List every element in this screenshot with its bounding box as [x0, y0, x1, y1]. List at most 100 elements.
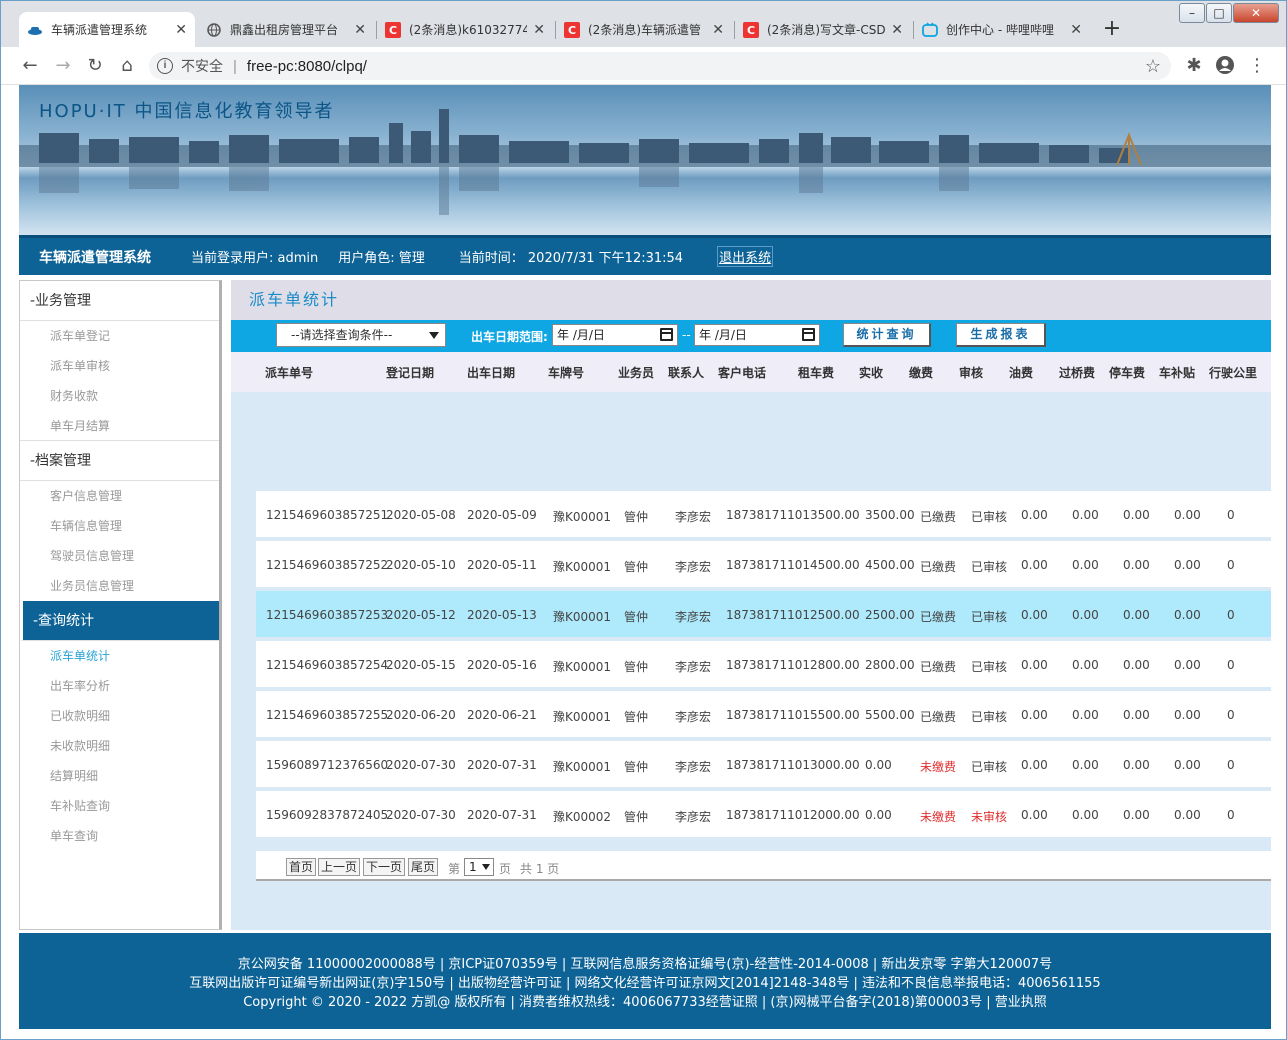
table-cell: 0 [1227, 608, 1235, 622]
maximize-button[interactable]: □ [1206, 3, 1232, 23]
table-cell: 0.00 [1174, 608, 1201, 622]
page-total: 共 1 页 [520, 862, 560, 876]
sidebar-item-dispatch-review[interactable]: 派车单审核 [20, 351, 219, 381]
table-cell: 0.00 [865, 808, 892, 822]
address-bar[interactable]: i 不安全 | free-pc:8080/clpq/ ☆ [149, 52, 1171, 80]
table-cell: 18738171101 [726, 558, 810, 572]
extensions-icon[interactable]: ✱ [1183, 55, 1205, 77]
table-row[interactable]: 1215469603857254 2020-05-15 2020-05-16 豫K00… [256, 641, 1271, 687]
calendar-icon[interactable] [660, 328, 673, 341]
close-icon[interactable]: ✕ [533, 22, 545, 38]
sidebar-item-driver-info[interactable]: 驾驶员信息管理 [20, 541, 219, 571]
pagination: 首页 上一页 下一页 尾页 第 1 页 共 1 页 [256, 851, 1271, 881]
tab-rental-platform[interactable]: 鼎鑫出租房管理平台 ✕ [198, 12, 374, 47]
table-row[interactable]: 1215469603857251 2020-05-08 2020-05-09 豫K00… [256, 491, 1271, 537]
page-suffix: 页 [499, 862, 512, 876]
close-icon[interactable]: ✕ [175, 22, 187, 38]
close-icon[interactable]: ✕ [891, 22, 903, 38]
tab-csdn-3[interactable]: C (2条消息)写文章-CSD ✕ [735, 12, 911, 47]
close-icon[interactable]: ✕ [354, 22, 366, 38]
generate-report-button[interactable]: 生成报表 [956, 323, 1046, 347]
minimize-button[interactable]: – [1179, 3, 1205, 23]
column-header: 登记日期 [386, 366, 435, 380]
table-cell: 0.00 [1021, 808, 1048, 822]
sidebar-item-dispatch-register[interactable]: 派车单登记 [20, 321, 219, 351]
profile-avatar-icon[interactable] [1214, 55, 1236, 77]
query-condition-select[interactable]: --请选择查询条件-- [276, 323, 446, 347]
csdn-icon: C [564, 21, 580, 38]
sidebar-item-dispatch-rate[interactable]: 出车率分析 [20, 671, 219, 701]
page-select[interactable]: 1 [464, 858, 494, 876]
sidebar-item-vehicle-info[interactable]: 车辆信息管理 [20, 511, 219, 541]
tab-bilibili[interactable]: 创作中心 - 哔哩哔哩 ✕ [914, 12, 1090, 47]
table-row[interactable]: 1596089712376560 2020-07-30 2020-07-31 豫K00… [256, 741, 1271, 787]
table-cell: 0.00 [1123, 508, 1150, 522]
table-row[interactable]: 1215469603857255 2020-06-20 2020-06-21 豫K00… [256, 691, 1271, 737]
column-header: 租车费 [798, 366, 835, 380]
prev-page-button[interactable]: 上一页 [318, 858, 361, 876]
table-cell: 管仲 [624, 710, 649, 724]
close-icon[interactable]: ✕ [1070, 22, 1082, 38]
banner-brand-text: HOPU·IT 中国信息化教育领导者 [39, 101, 335, 122]
sidebar-item-monthly-settle[interactable]: 单车月结算 [20, 411, 219, 441]
divider: | [233, 57, 237, 75]
table-cell: 豫K00001 [553, 710, 612, 724]
tab-title: 创作中心 - 哔哩哔哩 [946, 23, 1054, 37]
sidebar-group-archive[interactable]: -档案管理 [20, 441, 219, 481]
url-text[interactable]: free-pc:8080/clpq/ [247, 58, 367, 75]
tab-csdn-2[interactable]: C (2条消息)车辆派遣管 ✕ [556, 12, 732, 47]
table-row[interactable]: 1596092837872405 2020-07-30 2020-07-31 豫K00… [256, 791, 1271, 837]
sidebar-item-dispatch-stats[interactable]: 派车单统计 [20, 641, 219, 671]
date-to-input[interactable]: 年 /月/日 [694, 324, 820, 346]
table-cell: 已审核 [971, 710, 1008, 724]
sidebar-item-received-detail[interactable]: 已收款明细 [20, 701, 219, 731]
sidebar-group-query-stats[interactable]: -查询统计 [20, 601, 219, 641]
forward-icon[interactable]: → [52, 55, 74, 77]
info-icon[interactable]: i [157, 58, 173, 74]
table-cell: 2020-07-30 [386, 758, 456, 772]
sidebar-item-finance-collect[interactable]: 财务收款 [20, 381, 219, 411]
tab-title: (2条消息)k61032774 [409, 23, 528, 37]
table-cell: 2020-05-15 [386, 658, 456, 672]
table-row[interactable]: 1215469603857252 2020-05-10 2020-05-11 豫K00… [256, 541, 1271, 587]
sidebar-item-unreceived-detail[interactable]: 未收款明细 [20, 731, 219, 761]
stats-query-button[interactable]: 统计查询 [843, 323, 931, 347]
table-cell: 18738171101 [726, 758, 810, 772]
sidebar-item-salesman-info[interactable]: 业务员信息管理 [20, 571, 219, 601]
column-header: 派车单号 [265, 366, 314, 380]
security-label: 不安全 [181, 58, 223, 74]
close-icon[interactable]: ✕ [712, 22, 724, 38]
table-cell: 豫K00001 [553, 510, 612, 524]
table-cell: 0.00 [1021, 708, 1048, 722]
sidebar-item-settle-detail[interactable]: 结算明细 [20, 761, 219, 791]
table-cell: 豫K00001 [553, 660, 612, 674]
last-page-button[interactable]: 尾页 [408, 858, 439, 876]
sidebar-item-customer-info[interactable]: 客户信息管理 [20, 481, 219, 511]
calendar-icon[interactable] [802, 328, 815, 341]
sidebar-item-subsidy-query[interactable]: 车补贴查询 [20, 791, 219, 821]
column-header: 停车费 [1109, 366, 1146, 380]
table-cell: 已缴费 [920, 710, 957, 724]
table-row[interactable]: 1215469603857253 2020-05-12 2020-05-13 豫K00… [256, 591, 1271, 637]
next-page-button[interactable]: 下一页 [363, 858, 406, 876]
bookmark-star-icon[interactable]: ☆ [1145, 56, 1161, 77]
reload-icon[interactable]: ↻ [84, 55, 106, 77]
close-window-button[interactable]: ✕ [1233, 3, 1279, 23]
sidebar-item-vehicle-query[interactable]: 单车查询 [20, 821, 219, 851]
home-icon[interactable]: ⌂ [116, 55, 138, 77]
table-cell: 管仲 [624, 760, 649, 774]
tab-csdn-1[interactable]: C (2条消息)k61032774 ✕ [377, 12, 553, 47]
date-separator: -- [682, 328, 691, 342]
column-header: 缴费 [909, 366, 934, 380]
tab-title: 车辆派遣管理系统 [51, 23, 148, 37]
date-from-input[interactable]: 年 /月/日 [552, 324, 678, 346]
logout-link[interactable]: 退出系统 [717, 246, 774, 267]
first-page-button[interactable]: 首页 [286, 858, 317, 876]
menu-kebab-icon[interactable]: ⋮ [1246, 55, 1268, 77]
tab-vehicle-dispatch[interactable]: 车辆派遣管理系统 ✕ [19, 12, 195, 47]
table-cell: 2500.00 [810, 608, 860, 622]
back-icon[interactable]: ← [19, 55, 41, 77]
sidebar-group-business[interactable]: -业务管理 [20, 281, 219, 321]
table-cell: 2020-05-08 [386, 508, 456, 522]
new-tab-button[interactable]: + [1100, 18, 1124, 42]
